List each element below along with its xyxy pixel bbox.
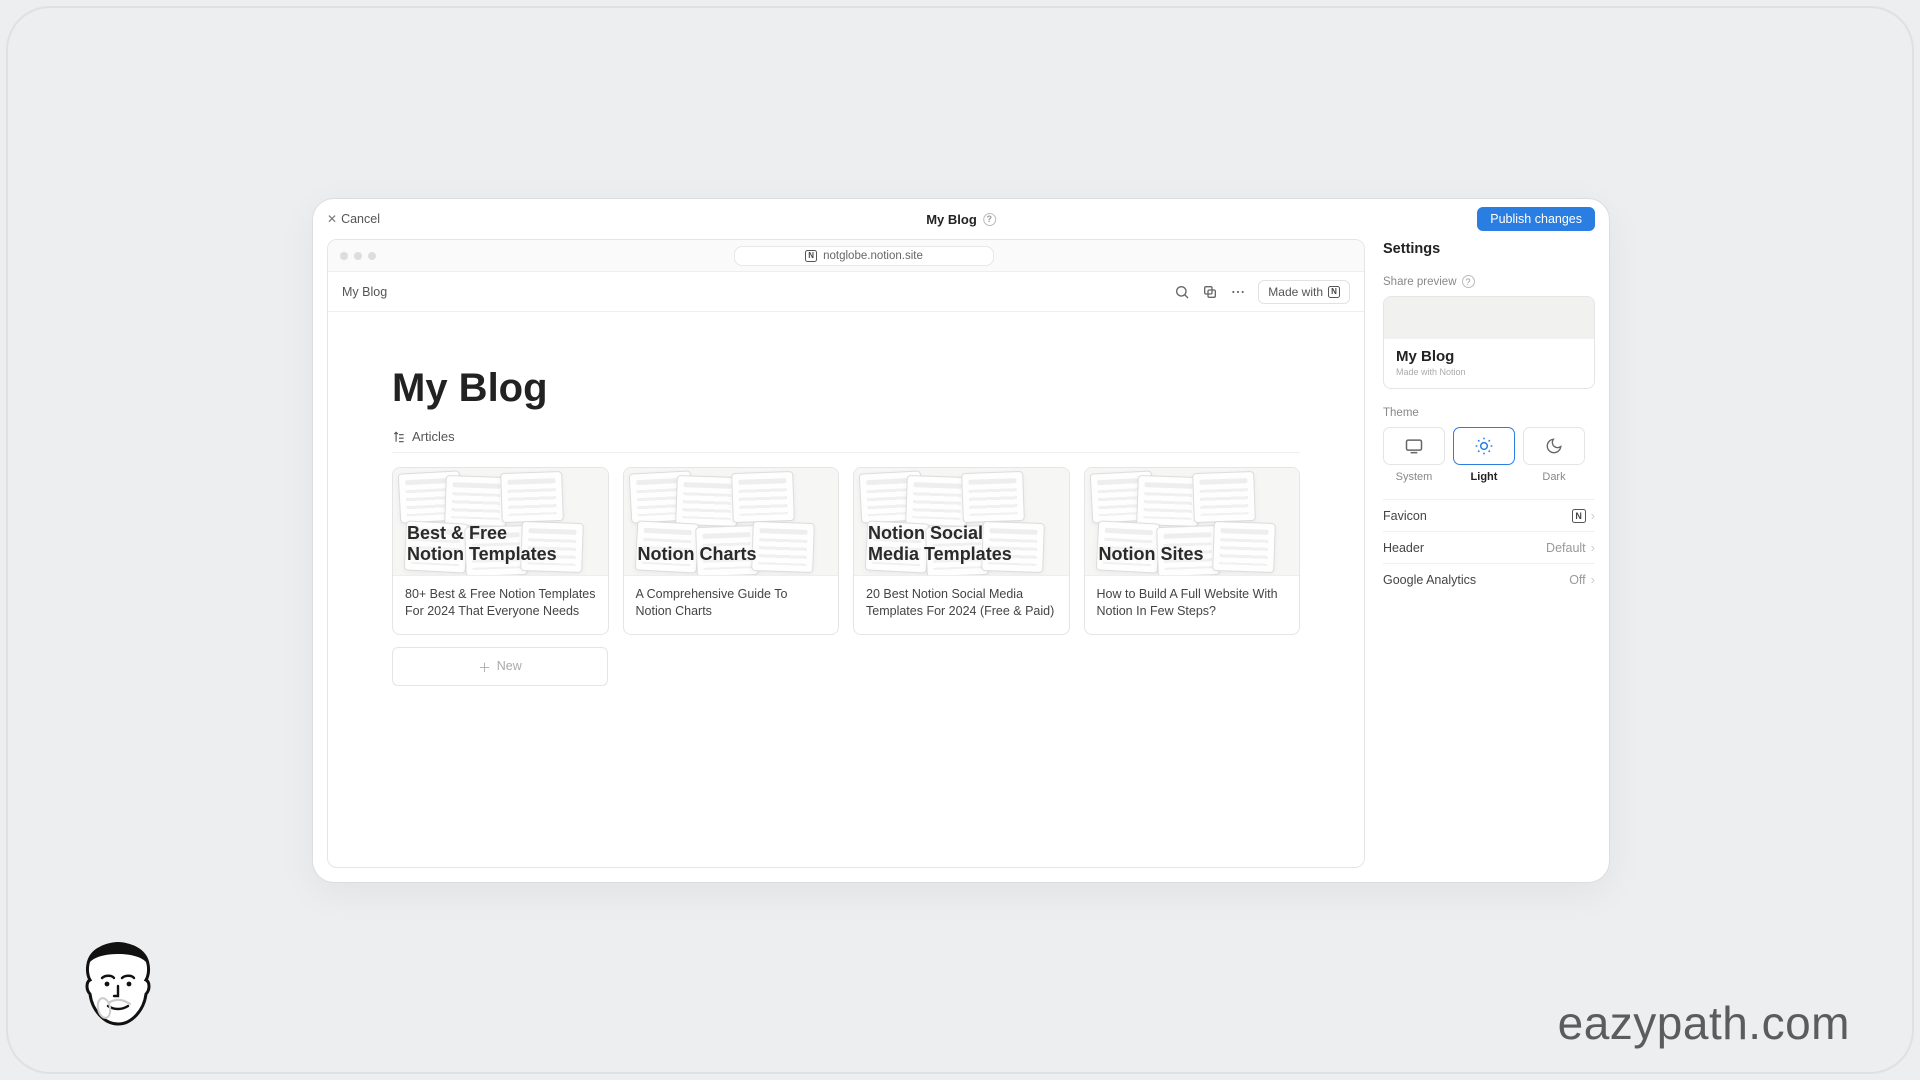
thumb-title: Notion Social Media Templates bbox=[868, 523, 1012, 565]
url-bar[interactable]: N notglobe.notion.site bbox=[734, 246, 994, 266]
card-thumb: Best & Free Notion Templates bbox=[393, 468, 608, 576]
close-icon: ✕ bbox=[327, 212, 337, 226]
notion-icon: N bbox=[1328, 286, 1340, 298]
settings-row-key: Favicon bbox=[1383, 509, 1427, 523]
avatar bbox=[74, 938, 162, 1038]
theme-dark-label: Dark bbox=[1523, 471, 1585, 483]
settings-row-value: Off bbox=[1569, 573, 1585, 587]
preview-panel: N notglobe.notion.site My Blog bbox=[327, 239, 1365, 868]
publish-label: Publish changes bbox=[1490, 212, 1582, 226]
cancel-button[interactable]: ✕ Cancel bbox=[327, 212, 380, 226]
card-caption: How to Build A Full Website With Notion … bbox=[1085, 576, 1300, 634]
thumb-title: Notion Sites bbox=[1099, 544, 1204, 565]
theme-dark[interactable] bbox=[1523, 427, 1585, 465]
info-icon[interactable]: ? bbox=[1462, 275, 1475, 288]
info-icon[interactable]: ? bbox=[983, 213, 996, 226]
article-card[interactable]: Notion Charts A Comprehensive Guide To N… bbox=[623, 467, 840, 635]
settings-row-header[interactable]: Header Default › bbox=[1383, 531, 1595, 563]
theme-option-labels: System Light Dark bbox=[1383, 471, 1595, 483]
cancel-label: Cancel bbox=[341, 212, 380, 226]
traffic-lights bbox=[340, 252, 376, 260]
publish-button[interactable]: Publish changes bbox=[1477, 207, 1595, 231]
more-icon[interactable] bbox=[1230, 284, 1246, 300]
card-thumb: Notion Sites bbox=[1085, 468, 1300, 576]
publish-dialog: ✕ Cancel My Blog ? Publish changes N not… bbox=[312, 198, 1610, 883]
dialog-title: My Blog ? bbox=[926, 212, 996, 227]
notion-icon: N bbox=[1572, 509, 1586, 523]
theme-label: Theme bbox=[1383, 407, 1595, 419]
chevron-right-icon: › bbox=[1591, 508, 1595, 523]
tab-label: Articles bbox=[412, 429, 455, 444]
settings-row-value: Default bbox=[1546, 541, 1586, 555]
moon-icon bbox=[1545, 437, 1563, 455]
settings-title: Settings bbox=[1383, 241, 1595, 257]
made-with-badge[interactable]: Made with N bbox=[1258, 280, 1350, 304]
browser-bar: N notglobe.notion.site bbox=[328, 240, 1364, 272]
chevron-right-icon: › bbox=[1591, 540, 1595, 555]
card-caption: 20 Best Notion Social Media Templates Fo… bbox=[854, 576, 1069, 634]
url-text: notglobe.notion.site bbox=[823, 250, 923, 262]
card-caption: A Comprehensive Guide To Notion Charts bbox=[624, 576, 839, 634]
sun-icon bbox=[1474, 436, 1494, 456]
new-label: New bbox=[497, 659, 522, 673]
new-row: ＋ New bbox=[392, 647, 1300, 686]
settings-row-key: Header bbox=[1383, 541, 1424, 555]
share-preview-label: Share preview ? bbox=[1383, 275, 1595, 288]
cards-grid: Best & Free Notion Templates 80+ Best & … bbox=[392, 467, 1300, 635]
share-preview-card[interactable]: My Blog Made with Notion bbox=[1383, 296, 1595, 389]
card-thumb: Notion Charts bbox=[624, 468, 839, 576]
share-preview-image bbox=[1384, 297, 1594, 339]
thumb-title: Notion Charts bbox=[638, 544, 757, 565]
made-with-label: Made with bbox=[1268, 285, 1323, 299]
card-thumb: Notion Social Media Templates bbox=[854, 468, 1069, 576]
settings-row-favicon[interactable]: Favicon N › bbox=[1383, 499, 1595, 531]
article-card[interactable]: Notion Sites How to Build A Full Website… bbox=[1084, 467, 1301, 635]
theme-options bbox=[1383, 427, 1595, 465]
thumb-title: Best & Free Notion Templates bbox=[407, 523, 557, 565]
monitor-icon bbox=[1404, 436, 1424, 456]
plus-icon: ＋ bbox=[478, 657, 491, 676]
duplicate-icon[interactable] bbox=[1202, 284, 1218, 300]
tab-articles[interactable]: Articles bbox=[392, 429, 1300, 453]
notion-icon: N bbox=[805, 250, 817, 262]
traffic-dot bbox=[368, 252, 376, 260]
toolbar-right: Made with N bbox=[1174, 280, 1350, 304]
settings-panel: Settings Share preview ? My Blog Made wi… bbox=[1383, 239, 1595, 868]
settings-row-ga[interactable]: Google Analytics Off › bbox=[1383, 563, 1595, 595]
share-preview-title: My Blog bbox=[1396, 348, 1582, 365]
chevron-right-icon: › bbox=[1591, 572, 1595, 587]
theme-system[interactable] bbox=[1383, 427, 1445, 465]
settings-row-key: Google Analytics bbox=[1383, 573, 1476, 587]
brand-text: eazypath.com bbox=[1558, 996, 1850, 1050]
theme-system-label: System bbox=[1383, 471, 1445, 483]
page-toolbar: My Blog Made with N bbox=[328, 272, 1364, 312]
list-icon bbox=[392, 430, 406, 444]
card-caption: 80+ Best & Free Notion Templates For 202… bbox=[393, 576, 608, 634]
theme-light[interactable] bbox=[1453, 427, 1515, 465]
page-title: My Blog bbox=[392, 366, 1300, 411]
dialog-title-text: My Blog bbox=[926, 212, 977, 227]
article-card[interactable]: Best & Free Notion Templates 80+ Best & … bbox=[392, 467, 609, 635]
search-icon[interactable] bbox=[1174, 284, 1190, 300]
article-card[interactable]: Notion Social Media Templates 20 Best No… bbox=[853, 467, 1070, 635]
new-button[interactable]: ＋ New bbox=[392, 647, 608, 686]
traffic-dot bbox=[354, 252, 362, 260]
breadcrumb[interactable]: My Blog bbox=[342, 285, 387, 299]
theme-light-label: Light bbox=[1453, 471, 1515, 483]
share-preview-sub: Made with Notion bbox=[1396, 367, 1582, 377]
dialog-header: ✕ Cancel My Blog ? Publish changes bbox=[313, 199, 1609, 239]
preview-content: My Blog Articles Best & F bbox=[328, 312, 1364, 867]
traffic-dot bbox=[340, 252, 348, 260]
dialog-body: N notglobe.notion.site My Blog bbox=[313, 239, 1609, 882]
